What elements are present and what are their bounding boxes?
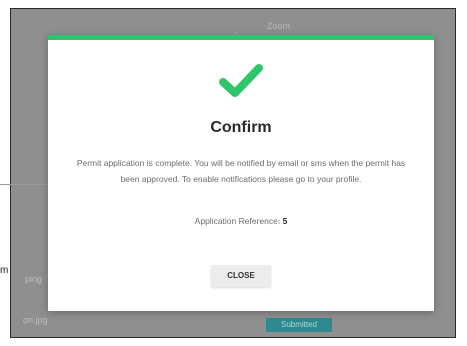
background-divider (0, 184, 48, 185)
zoom-label: Zoom (267, 21, 291, 31)
file-name-jpg: on.jpg (23, 315, 48, 325)
file-name-png: ping (25, 274, 43, 284)
application-reference: Application Reference: 5 (48, 216, 434, 226)
reference-value: 5 (282, 216, 288, 226)
page: ⌄ Zoom ping on.jpg Submitted m Confirm P… (0, 0, 467, 346)
dialog-title: Confirm (210, 119, 272, 136)
reference-label: Application Reference: (194, 216, 281, 226)
background-text-fragment: m (0, 265, 9, 276)
dialog-message: Permit application is complete. You will… (76, 158, 406, 184)
submitted-button: Submitted (266, 318, 332, 332)
close-button[interactable]: CLOSE (211, 265, 271, 287)
confirm-dialog: Confirm Permit application is complete. … (48, 35, 434, 311)
checkmark-icon (219, 64, 263, 97)
